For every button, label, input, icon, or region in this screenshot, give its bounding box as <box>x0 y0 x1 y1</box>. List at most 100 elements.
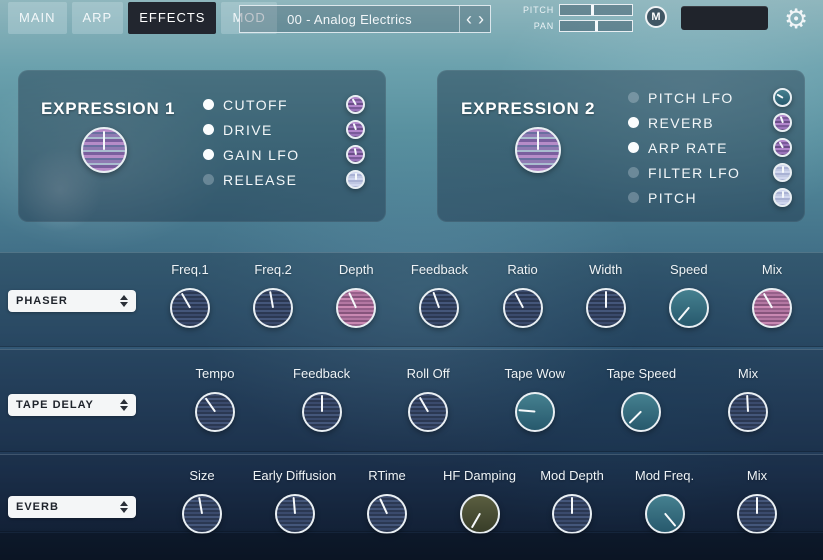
expression-item-reverb[interactable]: REVERB <box>628 110 792 135</box>
roll-off-knob[interactable] <box>408 392 448 432</box>
gear-icon[interactable]: ⚙ <box>784 1 808 37</box>
tab-bar: MAIN ARP EFFECTS MOD <box>8 2 277 34</box>
expression-item-label: DRIVE <box>223 122 273 138</box>
width-knob[interactable] <box>586 288 626 328</box>
select-arrows-icon <box>120 501 128 513</box>
tape-speed-knob[interactable] <box>621 392 661 432</box>
knob-label: Ratio <box>507 262 537 278</box>
knob-label: Freq.1 <box>171 262 209 278</box>
knob-needle <box>629 411 642 424</box>
preset-prev-icon[interactable]: ‹ <box>466 6 472 32</box>
gain-lfo-knob[interactable] <box>346 145 365 164</box>
preset-arrows: ‹ › <box>459 6 490 32</box>
expression-item-gain-lfo[interactable]: GAIN LFO <box>203 142 365 167</box>
expression-item-pitch[interactable]: PITCH <box>628 185 792 210</box>
rtime-knob[interactable] <box>367 494 407 534</box>
drive-knob[interactable] <box>346 120 365 139</box>
ratio-knob[interactable] <box>503 288 543 328</box>
pitch-pan-group: PITCH PAN <box>518 4 633 36</box>
expression-item-cutoff[interactable]: CUTOFF <box>203 92 365 117</box>
feedback-knob[interactable] <box>419 288 459 328</box>
reverb-knob[interactable] <box>773 113 792 132</box>
pitch-lfo-knob[interactable] <box>773 88 792 107</box>
expression-item-label: PITCH LFO <box>648 90 734 106</box>
expression2-main-knob[interactable] <box>515 127 561 173</box>
tab-effects[interactable]: EFFECTS <box>128 2 216 34</box>
radio-dot[interactable] <box>203 124 214 135</box>
depth-knob[interactable] <box>336 288 376 328</box>
pitch-row: PITCH <box>518 4 633 16</box>
freq-2-knob[interactable] <box>253 288 293 328</box>
expression-item-pitch-lfo[interactable]: PITCH LFO <box>628 85 792 110</box>
preset-next-icon[interactable]: › <box>478 6 484 32</box>
knob-cell: Ratio <box>491 262 555 328</box>
speed-knob[interactable] <box>669 288 709 328</box>
expression1-main-knob[interactable] <box>81 127 127 173</box>
preset-selector[interactable]: 00 - Analog Electrics ‹ › <box>239 5 491 33</box>
radio-dot[interactable] <box>628 192 639 203</box>
knob-needle <box>782 191 784 198</box>
radio-dot[interactable] <box>628 117 639 128</box>
knob-label: Mix <box>738 366 758 382</box>
feedback-knob[interactable] <box>302 392 342 432</box>
expression2-target-list: PITCH LFO REVERBARP RATEFILTER LFOPITCH <box>628 85 792 210</box>
expression-item-arp-rate[interactable]: ARP RATE <box>628 135 792 160</box>
knob-label: Tempo <box>195 366 234 382</box>
tab-arp[interactable]: ARP <box>72 2 124 34</box>
knob-label: Mix <box>762 262 782 278</box>
knob-needle <box>518 410 535 413</box>
size-knob[interactable] <box>182 494 222 534</box>
select-arrows-icon <box>120 295 128 307</box>
knob-needle <box>763 293 773 308</box>
mix-knob[interactable] <box>737 494 777 534</box>
pan-slider-handle[interactable] <box>595 21 598 31</box>
expression-item-label: GAIN LFO <box>223 147 300 163</box>
freq-1-knob[interactable] <box>170 288 210 328</box>
mono-button[interactable]: M <box>645 6 667 28</box>
knob-label: HF Damping <box>443 468 516 484</box>
mod-depth-knob[interactable] <box>552 494 592 534</box>
radio-dot[interactable] <box>628 167 639 178</box>
mix-knob[interactable] <box>728 392 768 432</box>
expression-item-drive[interactable]: DRIVE <box>203 117 365 142</box>
tempo-knob[interactable] <box>195 392 235 432</box>
mod-freq-knob[interactable] <box>645 494 685 534</box>
pan-slider[interactable] <box>559 20 633 32</box>
knob-needle <box>571 497 573 514</box>
pitch-slider-handle[interactable] <box>591 5 594 15</box>
radio-dot[interactable] <box>203 174 214 185</box>
hf-damping-knob[interactable] <box>460 494 500 534</box>
early-diffusion-knob[interactable] <box>275 494 315 534</box>
phaser-selector[interactable]: PHASER <box>8 290 136 312</box>
tape-delay-selector[interactable]: TAPE DELAY <box>8 394 136 416</box>
knob-needle <box>514 293 524 309</box>
mix-knob[interactable] <box>752 288 792 328</box>
knob-cell: Feedback <box>407 262 471 328</box>
pitch-knob[interactable] <box>773 188 792 207</box>
filter-lfo-knob[interactable] <box>773 163 792 182</box>
arp-rate-knob[interactable] <box>773 138 792 157</box>
cutoff-knob[interactable] <box>346 95 365 114</box>
knob-cell: Freq.1 <box>158 262 222 328</box>
knob-needle <box>103 131 105 150</box>
expression-item-release[interactable]: RELEASE <box>203 167 365 192</box>
expression1-target-list: CUTOFF DRIVE GAIN LFO RELEASE <box>203 92 365 192</box>
knob-needle <box>321 395 323 412</box>
radio-dot[interactable] <box>628 92 639 103</box>
tab-main[interactable]: MAIN <box>8 2 67 34</box>
radio-dot[interactable] <box>203 149 214 160</box>
everb-selector[interactable]: EVERB <box>8 496 136 518</box>
tape-wow-knob[interactable] <box>515 392 555 432</box>
pan-row: PAN <box>518 20 633 32</box>
pitch-slider[interactable] <box>559 4 633 16</box>
everb-knob-strip: SizeEarly DiffusionRTimeHF DampingMod De… <box>156 468 803 534</box>
knob-needle <box>181 293 191 308</box>
knob-cell: Feedback <box>279 366 365 432</box>
knob-cell: Mod Freq. <box>619 468 711 534</box>
expression-item-filter-lfo[interactable]: FILTER LFO <box>628 160 792 185</box>
knob-needle <box>205 398 216 413</box>
release-knob[interactable] <box>346 170 365 189</box>
radio-dot[interactable] <box>628 142 639 153</box>
knob-cell: Width <box>574 262 638 328</box>
radio-dot[interactable] <box>203 99 214 110</box>
